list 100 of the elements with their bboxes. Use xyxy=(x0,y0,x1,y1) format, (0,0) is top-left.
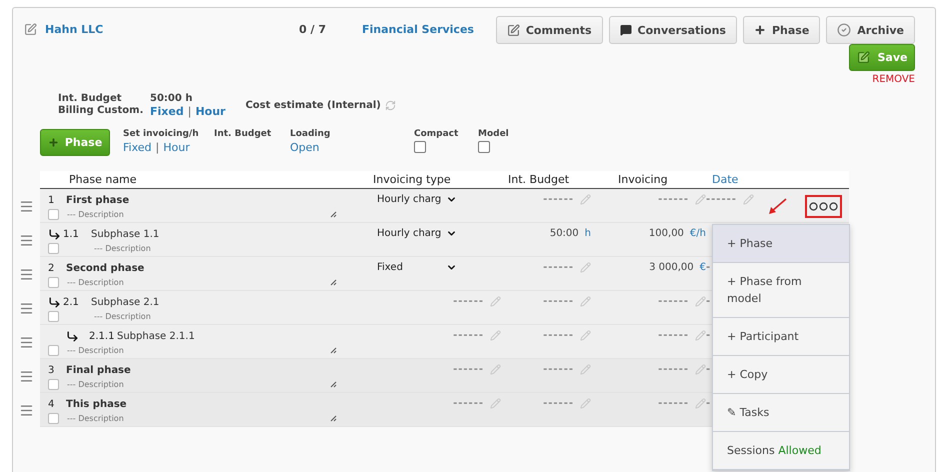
empty-value: ------ xyxy=(658,330,689,341)
checkbox[interactable] xyxy=(48,276,59,288)
remove-link[interactable]: REMOVE xyxy=(872,74,915,85)
resize-grip-icon[interactable] xyxy=(330,346,337,354)
checkbox[interactable] xyxy=(48,412,59,424)
phase-name: This phase xyxy=(66,398,127,410)
add-phase-button[interactable]: Phase xyxy=(40,129,110,156)
field-label: Set invoicing/h xyxy=(123,129,199,139)
cost-estimate-label: Cost estimate (Internal) xyxy=(245,100,381,111)
pencil-icon[interactable] xyxy=(490,364,501,375)
separator: | xyxy=(156,141,160,154)
menu-item[interactable]: ✎ Tasks xyxy=(713,394,849,432)
loading-link[interactable]: Open xyxy=(290,141,320,154)
invoicing-type-select[interactable]: Hourly charg xyxy=(377,194,457,205)
phase-name: Final phase xyxy=(66,364,131,376)
drag-handle-icon[interactable] xyxy=(19,300,34,316)
field-label: Int. Budget xyxy=(214,129,272,139)
separator: | xyxy=(188,105,192,118)
empty-value: ------ xyxy=(543,330,574,341)
description-field[interactable]: --- Description xyxy=(67,278,322,286)
empty-value: ------ xyxy=(543,398,574,409)
save-button[interactable]: Save xyxy=(849,44,915,71)
pencil-icon[interactable] xyxy=(490,398,501,409)
more-options-button[interactable] xyxy=(805,195,842,218)
archive-button[interactable]: Archive xyxy=(826,16,915,44)
empty-value: ------ xyxy=(658,364,689,375)
pencil-icon[interactable] xyxy=(695,330,706,341)
plus-icon xyxy=(48,137,59,148)
pencil-icon[interactable] xyxy=(695,398,706,409)
pencil-icon[interactable] xyxy=(695,364,706,375)
unit-label: €/h xyxy=(690,228,706,239)
phase-number: 4 xyxy=(48,398,56,410)
description-field[interactable]: --- Description xyxy=(67,414,322,422)
description-field[interactable]: --- Description xyxy=(67,380,322,388)
description-field[interactable]: --- Description xyxy=(67,210,322,218)
invoicing-type-select[interactable]: Fixed xyxy=(377,262,457,273)
checkbox[interactable] xyxy=(48,344,59,356)
description-field[interactable]: --- Description xyxy=(67,346,322,354)
phase-name: Subphase 2.1 xyxy=(91,296,160,308)
drag-handle-icon[interactable] xyxy=(19,334,34,350)
billing-option-link[interactable]: Hour xyxy=(195,105,226,118)
subphase-arrow-icon xyxy=(48,296,61,308)
invoicing-option-link[interactable]: Hour xyxy=(163,141,190,154)
empty-value: - xyxy=(706,330,712,341)
unit-label: h xyxy=(584,228,591,239)
empty-value: ------ xyxy=(543,194,574,205)
pencil-icon[interactable] xyxy=(490,296,501,307)
phase-number: 3 xyxy=(48,364,56,376)
checkbox[interactable] xyxy=(48,242,59,254)
resize-grip-icon[interactable] xyxy=(330,278,337,286)
checkbox[interactable] xyxy=(48,378,59,390)
pencil-icon[interactable] xyxy=(490,330,501,341)
checkbox[interactable] xyxy=(414,141,426,153)
menu-item[interactable]: Sessions Allowed xyxy=(713,432,849,470)
refresh-icon[interactable] xyxy=(384,100,396,111)
pencil-icon[interactable] xyxy=(580,194,591,205)
phase-number: 1.1 xyxy=(63,228,80,240)
billing-option-link[interactable]: Fixed xyxy=(150,105,184,118)
conversations-button[interactable]: Conversations xyxy=(608,16,737,44)
invoicing-option-link[interactable]: Fixed xyxy=(123,141,152,154)
column-sort-link[interactable]: Date xyxy=(706,173,801,186)
drag-handle-icon[interactable] xyxy=(19,368,34,384)
checkbox[interactable] xyxy=(478,141,490,153)
drag-handle-icon[interactable] xyxy=(19,198,34,214)
pencil-icon[interactable] xyxy=(580,262,591,273)
unit-label: € xyxy=(700,262,706,273)
menu-item[interactable]: + Copy xyxy=(713,356,849,394)
pencil-icon[interactable] xyxy=(742,194,754,205)
description-field[interactable]: --- Description xyxy=(94,312,244,320)
phase-number: 2.1.1 xyxy=(89,330,116,342)
drag-handle-icon[interactable] xyxy=(19,266,34,282)
pencil-icon[interactable] xyxy=(580,296,591,307)
phase-name: First phase xyxy=(66,194,130,206)
resize-grip-icon[interactable] xyxy=(330,414,337,422)
category-link[interactable]: Financial Services xyxy=(362,16,474,36)
amount-value: 100,00 xyxy=(648,228,684,239)
pencil-icon[interactable] xyxy=(580,330,591,341)
pencil-icon[interactable] xyxy=(580,364,591,375)
add-button[interactable]: Phase xyxy=(742,16,820,44)
resize-grip-icon[interactable] xyxy=(330,380,337,388)
drag-handle-icon[interactable] xyxy=(19,232,34,248)
description-field[interactable]: --- Description xyxy=(94,244,244,252)
client-link[interactable]: Hahn LLC xyxy=(45,23,104,36)
empty-value: - xyxy=(706,296,712,307)
menu-item[interactable]: + Participant xyxy=(713,318,849,356)
checkbox[interactable] xyxy=(48,208,59,220)
invoicing-type-select[interactable]: Hourly charg xyxy=(377,228,457,239)
empty-value: ------ xyxy=(658,194,689,205)
resize-grip-icon[interactable] xyxy=(330,210,337,218)
pencil-icon[interactable] xyxy=(695,194,706,205)
checkbox[interactable] xyxy=(48,310,59,322)
menu-item[interactable]: + Phase xyxy=(713,225,849,263)
pencil-icon[interactable] xyxy=(695,296,706,307)
dots-icon xyxy=(809,202,838,211)
menu-item[interactable]: + Phase from model xyxy=(713,263,849,318)
budget-value: 50:00 h xyxy=(150,93,194,104)
empty-value: ------ xyxy=(453,398,484,409)
pencil-icon[interactable] xyxy=(580,398,591,409)
drag-handle-icon[interactable] xyxy=(19,402,34,418)
comments-button[interactable]: Comments xyxy=(496,16,603,44)
